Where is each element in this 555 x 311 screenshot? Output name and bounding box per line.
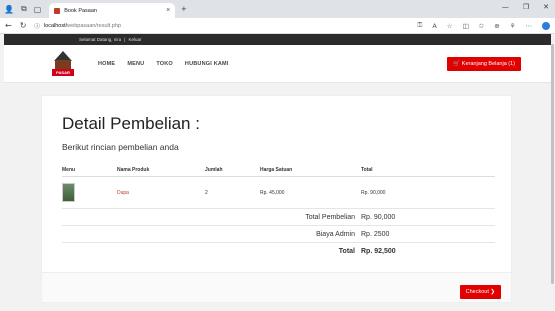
browser-tab-bar: 👤 ⧉ ▢ Book Pasaan × + — ❐ ✕ <box>0 0 555 18</box>
menu-item-menu[interactable]: MENU <box>127 61 144 67</box>
more-icon[interactable]: ⋯ <box>526 22 533 30</box>
page-scrollbar[interactable] <box>551 34 555 311</box>
logout-link[interactable]: Keluar <box>128 37 141 42</box>
product-qty: 2 <box>205 189 208 196</box>
tab-close-icon[interactable]: × <box>166 7 170 14</box>
col-header-qty: Jumlah <box>205 164 260 177</box>
favorite-icon[interactable]: ☆ <box>447 22 453 30</box>
main-menu: HOME MENU TOKO HUBUNGI KAMI <box>98 61 229 67</box>
site-logo[interactable]: PASAR <box>52 51 74 76</box>
menu-item-home[interactable]: HOME <box>98 61 115 67</box>
purchase-detail-card: Detail Pembelian : Berikut rincian pembe… <box>41 95 512 303</box>
url-path: webpasaan/result.php <box>67 22 121 29</box>
key-icon[interactable]: ⚿ <box>417 21 422 30</box>
scrollbar-thumb[interactable] <box>551 44 554 284</box>
window-controls: — ❐ ✕ <box>502 3 549 11</box>
col-header-total: Total <box>361 164 495 177</box>
nav-buttons: ← ↻ <box>5 21 26 30</box>
grand-total-label: Total <box>62 242 361 260</box>
table-row: Dupa 2 Rp. 45,000 Rp. 90,000 <box>62 177 495 209</box>
grand-total-value: Rp. 92,500 <box>361 242 495 260</box>
close-window-icon[interactable]: ✕ <box>543 3 549 11</box>
admin-fee-label: Biaya Admin <box>62 225 361 243</box>
greeting-text: Selamat Datang, nira <box>79 37 122 42</box>
col-header-menu: Menu <box>62 164 117 177</box>
product-image-cell <box>62 177 117 209</box>
split-icon[interactable]: ◫ <box>463 22 469 30</box>
product-image <box>62 183 75 202</box>
cart-button-label: Keranjang Belanja (1) <box>461 60 515 67</box>
col-header-product: Nama Produk <box>117 164 205 177</box>
page-viewport: Selamat Datang, nira | Keluar PASAR HOME… <box>0 34 555 311</box>
chevron-right-icon: ❯ <box>490 289 495 295</box>
read-aloud-icon[interactable]: A <box>432 22 436 30</box>
window-icons: 👤 ⧉ ▢ <box>4 4 41 14</box>
refresh-icon[interactable]: ↻ <box>20 21 27 30</box>
favicon-icon <box>54 7 61 14</box>
tab-title: Book Pasaan <box>64 7 97 14</box>
page-subtitle: Berikut rincian pembelian anda <box>62 142 179 152</box>
product-unit-price: Rp. 45,000 <box>260 189 285 196</box>
col-header-unit-price: Harga Satuan <box>260 164 361 177</box>
logo-building-shape <box>55 60 71 69</box>
card-footer: Checkout ❯ <box>42 272 511 302</box>
summary-row-admin-fee: Biaya Admin Rp. 2500 <box>62 225 495 243</box>
maximize-icon[interactable]: ❐ <box>523 3 529 11</box>
back-icon[interactable]: ← <box>5 21 12 30</box>
site-topbar: Selamat Datang, nira | Keluar <box>4 34 551 45</box>
collections-icon[interactable]: ⧉ <box>21 4 27 14</box>
profile-icon[interactable]: 👤 <box>4 5 14 14</box>
product-total: Rp. 90,000 <box>361 189 386 196</box>
summary-row-total: Total Rp. 92,500 <box>62 242 495 260</box>
site-navbar: PASAR HOME MENU TOKO HUBUNGI KAMI 🛒 Kera… <box>4 45 551 83</box>
new-tab-icon[interactable]: + <box>181 4 186 14</box>
checkout-label: Checkout <box>465 289 489 295</box>
browser-tab[interactable]: Book Pasaan × <box>49 3 176 18</box>
url-field[interactable]: ⓘ localhost/webpasaan/result.php <box>34 22 121 30</box>
browser-tools: ⚿ A ☆ ◫ ✩ ⊕ ⚘ ⋯ <box>417 21 550 30</box>
cart-icon: 🛒 <box>453 60 461 67</box>
menu-item-toko[interactable]: TOKO <box>156 61 173 67</box>
checkout-button[interactable]: Checkout ❯ <box>459 285 501 299</box>
favorites-icon[interactable]: ✩ <box>479 22 484 30</box>
cart-button[interactable]: 🛒 Keranjang Belanja (1) <box>447 56 521 71</box>
page-title: Detail Pembelian : <box>62 114 200 133</box>
tab-actions-icon[interactable]: ▢ <box>34 5 42 14</box>
subtotal-label: Total Pembelian <box>62 208 361 226</box>
address-bar: ← ↻ ⓘ localhost/webpasaan/result.php ⚿ A… <box>0 18 555 34</box>
menu-item-contact[interactable]: HUBUNGI KAMI <box>185 61 229 67</box>
product-name[interactable]: Dupa <box>117 177 205 209</box>
table-header-row: Menu Nama Produk Jumlah Harga Satuan Tot… <box>62 164 495 177</box>
admin-fee-value: Rp. 2500 <box>361 225 495 243</box>
minimize-icon[interactable]: — <box>502 3 509 11</box>
purchase-table: Menu Nama Produk Jumlah Harga Satuan Tot… <box>62 164 495 260</box>
info-icon[interactable]: ⓘ <box>34 22 40 30</box>
subtotal-value: Rp. 90,000 <box>361 208 495 226</box>
edge-copilot-icon[interactable] <box>542 21 550 30</box>
summary-row-subtotal: Total Pembelian Rp. 90,000 <box>62 208 495 226</box>
collections-toolbar-icon[interactable]: ⊕ <box>494 22 499 30</box>
logo-text: PASAR <box>52 69 74 76</box>
topbar-separator: | <box>124 37 126 42</box>
url-host: localhost/ <box>43 22 68 29</box>
extensions-icon[interactable]: ⚘ <box>510 22 516 30</box>
